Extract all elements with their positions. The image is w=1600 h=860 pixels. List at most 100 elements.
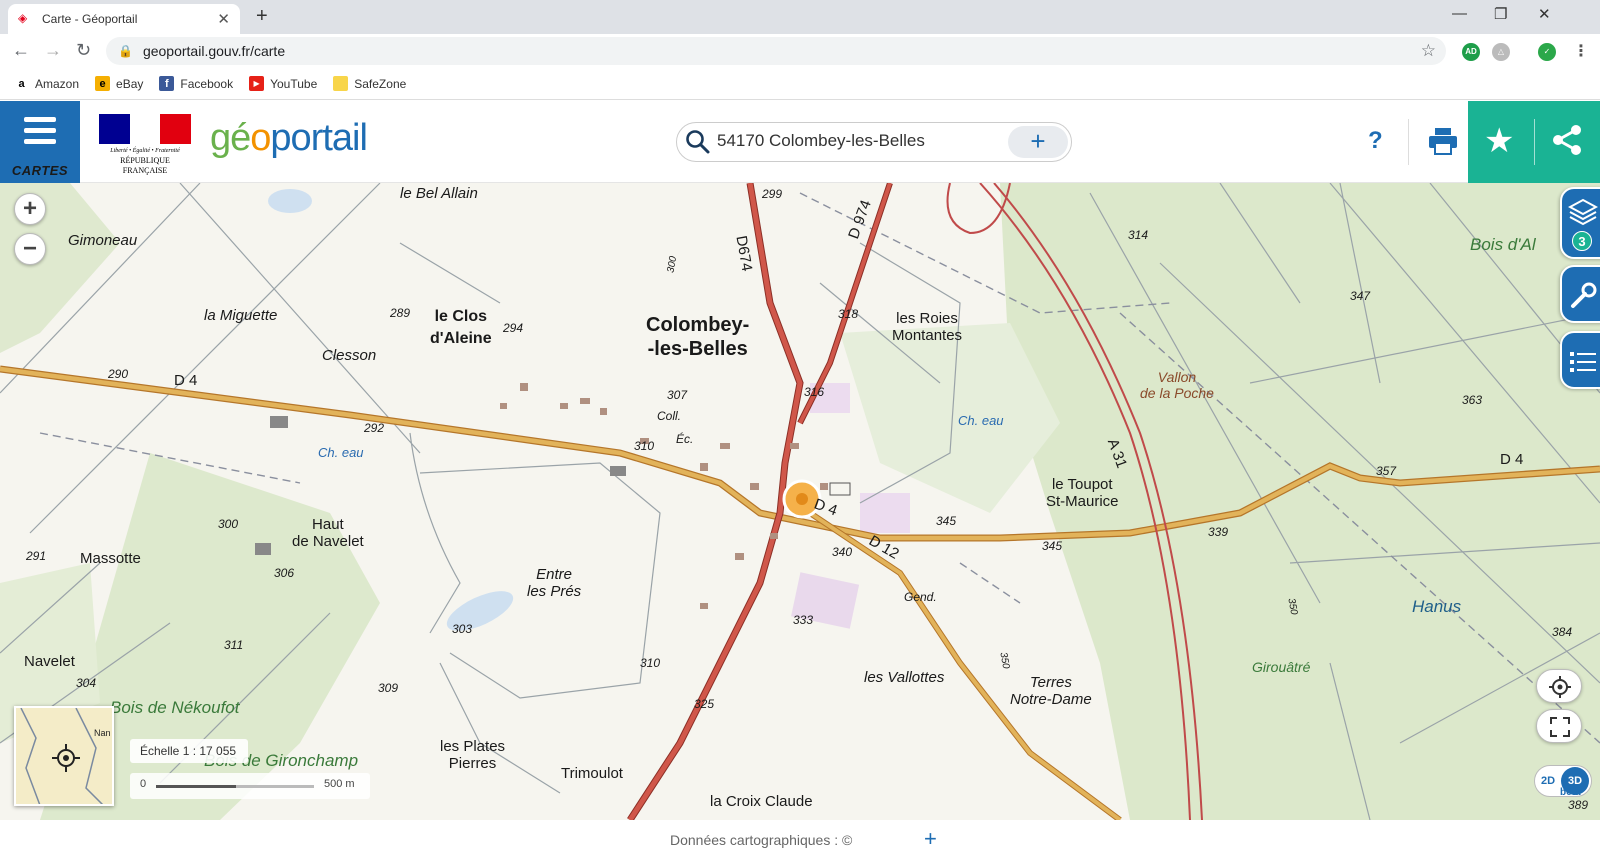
bookmark-amazon[interactable]: a Amazon (14, 76, 79, 91)
map-label: le Toupot St-Maurice (1046, 476, 1119, 510)
cloud-extension-icon[interactable]: △ (1492, 43, 1510, 61)
altitude-label: 318 (838, 307, 859, 321)
marianne-flag-icon (99, 114, 192, 144)
republique-francaise-logo[interactable]: Liberté • Égalité • Fraternité RÉPUBLIQU… (99, 114, 192, 175)
wrench-icon (1571, 282, 1597, 308)
geolocate-button[interactable] (1536, 669, 1582, 703)
zoom-in-button[interactable]: + (14, 193, 46, 225)
bookmark-youtube[interactable]: ▶ YouTube (249, 76, 317, 91)
favorites-star-icon[interactable]: ★ (1484, 121, 1514, 161)
map-footer: Données cartographiques : © + (0, 820, 1600, 860)
layers-button[interactable]: 3 (1560, 187, 1600, 259)
legend-list-button[interactable] (1560, 331, 1600, 389)
close-tab-icon[interactable]: ✕ (217, 10, 230, 28)
geoportail-logo[interactable]: géoportail (210, 117, 368, 160)
overview-label: Nan (94, 728, 111, 738)
tools-button[interactable] (1560, 265, 1600, 323)
ebay-icon: e (95, 76, 111, 91)
lock-icon: 🔒 (118, 44, 133, 58)
altitude-label: 384 (1552, 625, 1573, 639)
facebook-icon: f (159, 76, 175, 91)
close-window-icon[interactable]: ✕ (1538, 5, 1551, 23)
forward-icon[interactable]: → (44, 40, 62, 61)
map-label: Clesson (322, 347, 377, 364)
altitude-label: 347 (1350, 289, 1371, 303)
browser-menu-icon[interactable]: ⋮ (1572, 43, 1590, 61)
back-icon[interactable]: ← (12, 40, 30, 61)
shield-extension-icon[interactable]: ✓ (1538, 43, 1556, 61)
altitude-label: 310 (640, 656, 661, 670)
bookmarks-bar: a Amazon e eBay f Facebook ▶ YouTube Saf… (0, 68, 1600, 100)
browser-tab[interactable]: ◈ Carte - Géoportail ✕ (8, 4, 240, 34)
altitude-label: 316 (804, 385, 825, 399)
geoportail-header: CARTES Liberté • Égalité • Fraternité RÉ… (0, 101, 1600, 183)
list-icon (1570, 352, 1596, 372)
map-label: Gend. (904, 590, 937, 604)
browser-tabbar: ◈ Carte - Géoportail ✕ + — ❐ ✕ (0, 0, 1600, 34)
altitude-label: 311 (224, 638, 244, 652)
rf-motto: Liberté • Égalité • Fraternité (110, 148, 180, 154)
print-icon[interactable] (1428, 127, 1458, 155)
altitude-label: 306 (274, 566, 295, 580)
map-label: Bois de Nékoufot (110, 698, 240, 717)
youtube-icon: ▶ (249, 76, 265, 91)
map-label: les Vallottes (864, 669, 945, 686)
altitude-label: 340 (832, 545, 853, 559)
bookmark-ebay[interactable]: e eBay (95, 76, 143, 91)
map-label: Haut de Navelet (292, 516, 364, 550)
adblock-extension-icon[interactable]: AD (1462, 43, 1480, 61)
share-icon[interactable] (1550, 123, 1584, 157)
restore-icon[interactable]: ❐ (1494, 5, 1507, 23)
zoom-out-button[interactable]: − (14, 233, 46, 265)
map-label: Girouâtré (1252, 659, 1311, 675)
amazon-icon: a (18, 77, 25, 90)
map-label: Navelet (24, 653, 75, 670)
fullscreen-button[interactable] (1536, 709, 1582, 743)
minimap-drawing (20, 708, 104, 804)
road-label: D 4 (174, 372, 198, 389)
map-label: Trimoulot (561, 765, 623, 782)
altitude-label: 357 (1376, 464, 1397, 478)
altitude-label: 289 (390, 306, 411, 320)
map-label: Entre les Prés (527, 566, 582, 600)
search-input[interactable] (717, 131, 1017, 151)
altitude-label: 294 (503, 321, 524, 335)
search-icon[interactable] (685, 129, 711, 155)
help-button[interactable]: ? (1368, 127, 1383, 155)
reload-icon[interactable]: ↻ (76, 40, 91, 61)
favorites-share-panel: ★ (1468, 101, 1600, 183)
maps-menu-button[interactable]: CARTES (0, 101, 80, 183)
hamburger-icon (24, 117, 56, 150)
topographic-map[interactable]: le Bel Allain Gimoneau la Miguette le Cl… (0, 183, 1600, 820)
map-label: le Clos d'Aleine (430, 308, 492, 347)
new-tab-icon[interactable]: + (256, 5, 268, 28)
tab-title: Carte - Géoportail (42, 12, 138, 26)
map-label: la Croix Claude (710, 793, 813, 810)
bookmark-safezone[interactable]: SafeZone (333, 76, 406, 91)
layers-count-badge: 3 (1572, 231, 1592, 251)
altitude-label: 300 (218, 517, 239, 531)
scale-text: Échelle 1 : 17 055 (130, 739, 248, 763)
map-label: Gimoneau (68, 232, 138, 249)
advanced-search-button[interactable]: + (1008, 126, 1068, 158)
map-label: Hanus (1412, 597, 1462, 616)
altitude-label: 309 (378, 681, 399, 695)
map-label: Terres Notre-Dame (1010, 674, 1092, 708)
map-label: Éc. (676, 432, 694, 446)
bookmark-facebook[interactable]: f Facebook (159, 76, 233, 91)
attribution-expand-button[interactable]: + (924, 826, 937, 852)
minimize-icon[interactable]: — (1452, 5, 1467, 22)
altitude-label: 290 (108, 367, 129, 381)
crosshair-icon (1549, 676, 1571, 698)
mode-2d[interactable]: 2D (1535, 775, 1561, 787)
address-bar[interactable]: 🔒 geoportail.gouv.fr/carte ☆ (106, 37, 1446, 65)
altitude-label: 339 (1208, 525, 1229, 539)
altitude-label: 389 (1568, 798, 1589, 812)
bookmark-star-icon[interactable]: ☆ (1421, 41, 1436, 61)
overview-minimap[interactable]: Nan (14, 706, 114, 806)
altitude-label: 333 (793, 613, 814, 627)
map-label: Ch. eau (318, 445, 364, 460)
town-label: Colombey- -les-Belles (646, 314, 750, 360)
altitude-label: 303 (452, 622, 473, 636)
altitude-label: 325 (694, 697, 715, 711)
